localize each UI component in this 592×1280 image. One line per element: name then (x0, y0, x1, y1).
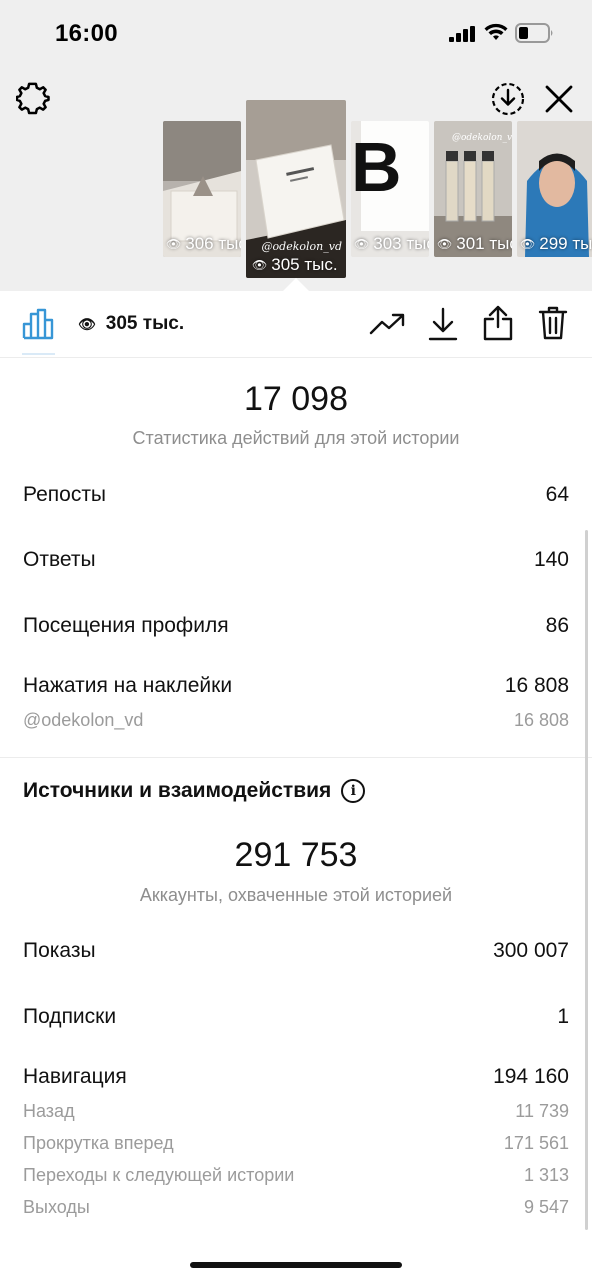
story-toolbar: 👁 305 тыс. (0, 291, 592, 358)
stat-row-navigation: Навигация 194 160 (23, 1065, 569, 1089)
stat-label: @odekolon_vd (23, 710, 144, 730)
story-caption: @odekolon_vd (452, 133, 512, 143)
stat-value: 1 313 (523, 1165, 569, 1185)
stat-value: 16 808 (513, 710, 569, 730)
eye-icon: 👁 (166, 237, 182, 251)
stat-label: Назад (23, 1101, 75, 1121)
selected-story-pointer (283, 278, 309, 291)
stat-label: Ответы (23, 548, 96, 571)
stat-label: Подписки (23, 1005, 117, 1028)
stat-row-replies: Ответы 140 (23, 548, 569, 572)
share-icon (483, 305, 513, 341)
stat-row-follows: Подписки 1 (23, 1005, 569, 1029)
eye-icon: 👁 (354, 237, 370, 251)
story-thumbnail[interactable]: @odekolon_vd 👁301 тыс. (434, 121, 512, 257)
scrollbar[interactable] (585, 530, 588, 1230)
story-views: 305 тыс. (271, 255, 338, 274)
story-views: 306 тыс. (185, 234, 241, 253)
stat-label: Репосты (23, 483, 107, 506)
stat-value: 140 (533, 548, 569, 571)
bar-chart-icon (22, 308, 54, 340)
stat-value: 194 160 (493, 1065, 569, 1088)
status-time: 16:00 (55, 20, 118, 47)
stat-label: Переходы к следующей истории (23, 1165, 295, 1185)
story-thumbnail[interactable]: B 👁303 тыс. (351, 121, 429, 257)
stat-value: 1 (557, 1005, 569, 1028)
stat-subrow-forward: Прокрутка вперед 171 561 (23, 1133, 569, 1154)
viewers-count: 305 тыс. (105, 313, 185, 334)
section-divider (0, 757, 592, 758)
reach-total: 291 753 (234, 836, 358, 874)
interactions-caption: Статистика действий для этой истории (132, 428, 460, 448)
stat-label: Показы (23, 939, 96, 962)
story-thumbnail-strip[interactable]: 👁306 тыс. @odekolon_vd 👁305 тыс. B 👁303 … (0, 100, 592, 290)
discovery-section-title: Источники и взаимодействия i (23, 779, 366, 803)
interactions-total: 17 098 (244, 380, 348, 418)
trash-icon (538, 306, 568, 340)
stat-label: Прокрутка вперед (23, 1133, 174, 1153)
trending-up-icon (369, 313, 405, 335)
insights-tab[interactable] (20, 305, 56, 341)
stat-subrow-mention[interactable]: @odekolon_vd 16 808 (23, 710, 569, 731)
stat-row-impressions: Показы 300 007 (23, 939, 569, 963)
stat-subrow-next-story: Переходы к следующей истории 1 313 (23, 1165, 569, 1186)
stat-label: Нажатия на наклейки (23, 674, 233, 697)
story-thumbnail[interactable]: 👁306 тыс. (163, 121, 241, 257)
stat-label: Посещения профиля (23, 614, 229, 637)
promote-button[interactable] (368, 307, 406, 341)
story-views: 301 тыс. (456, 234, 512, 253)
viewers-tab[interactable]: 👁 305 тыс. (78, 313, 184, 335)
eye-icon: 👁 (78, 315, 96, 332)
home-indicator[interactable] (190, 1262, 402, 1268)
delete-button[interactable] (535, 303, 571, 343)
eye-icon: 👁 (437, 237, 453, 251)
story-caption: @odekolon_vd (261, 240, 342, 253)
stat-row-reposts: Репосты 64 (23, 483, 569, 507)
stat-value: 9 547 (523, 1197, 569, 1217)
story-views: 299 тыс. (539, 234, 592, 253)
stat-value: 86 (545, 614, 569, 637)
active-tab-indicator (22, 353, 55, 355)
stat-subrow-exits: Выходы 9 547 (23, 1197, 569, 1218)
wifi-icon (484, 23, 508, 40)
stat-label: Выходы (23, 1197, 90, 1217)
reach-caption: Аккаунты, охваченные этой историей (139, 885, 453, 905)
eye-icon: 👁 (252, 258, 268, 272)
info-icon[interactable]: i (341, 779, 366, 803)
download-button[interactable] (425, 305, 461, 343)
status-bar: 16:00 (0, 0, 592, 66)
stat-value: 64 (545, 483, 569, 506)
signal-icon (449, 26, 475, 42)
share-button[interactable] (480, 303, 516, 343)
story-views: 303 тыс. (373, 234, 429, 253)
section-title-text: Источники и взаимодействия (23, 779, 332, 802)
stat-row-profile-visits: Посещения профиля 86 (23, 614, 569, 638)
stat-label: Навигация (23, 1065, 127, 1088)
stat-value: 16 808 (504, 674, 569, 697)
stat-row-sticker-taps: Нажатия на наклейки 16 808 (23, 674, 569, 698)
eye-icon: 👁 (520, 237, 536, 251)
story-thumbnail-selected[interactable]: @odekolon_vd 👁 305 тыс. (246, 100, 346, 278)
stat-value: 171 561 (503, 1133, 569, 1153)
battery-icon (515, 23, 553, 43)
download-icon (428, 307, 458, 341)
stat-subrow-back: Назад 11 739 (23, 1101, 569, 1122)
story-thumbnail[interactable]: 👁299 тыс. (517, 121, 592, 257)
svg-text:B: B (351, 128, 402, 206)
stat-value: 300 007 (493, 939, 569, 962)
stat-value: 11 739 (515, 1101, 569, 1121)
